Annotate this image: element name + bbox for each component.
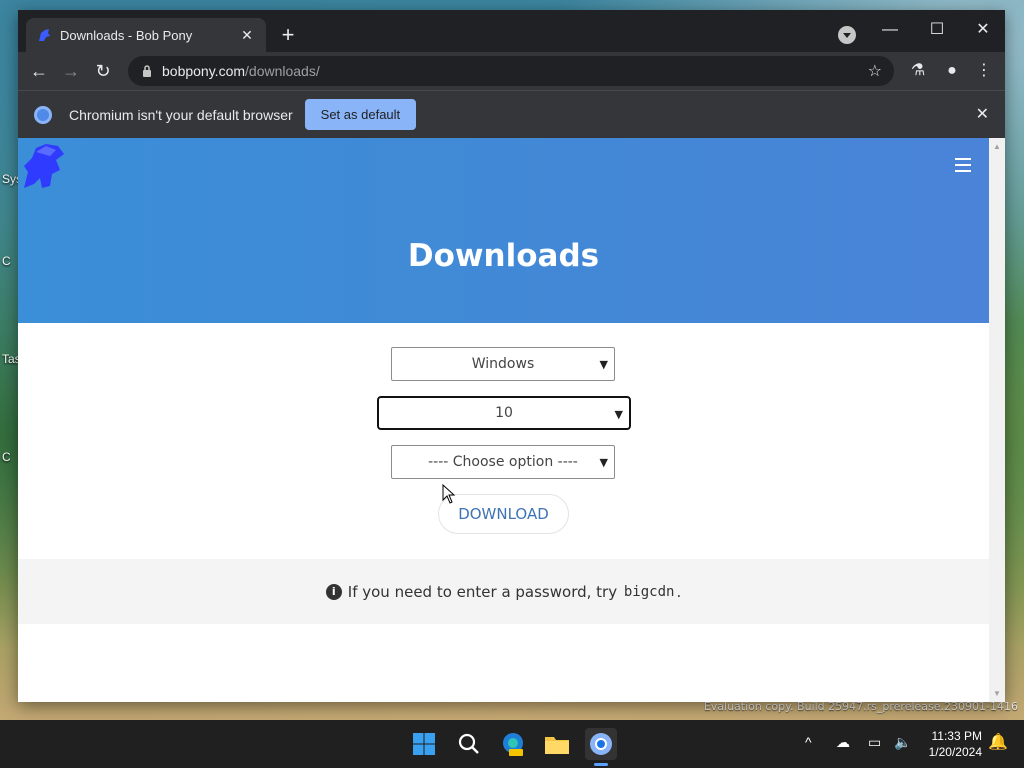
bookmark-star-icon[interactable]: ☆ xyxy=(868,61,882,81)
bobpony-logo-icon[interactable] xyxy=(20,142,64,190)
windows-logo-icon xyxy=(413,733,435,755)
tab-strip: Downloads - Bob Pony ✕ + — ☐ ✕ xyxy=(18,10,1005,52)
notification-bell-icon[interactable]: 🔔 xyxy=(988,732,1008,752)
download-button[interactable]: DOWNLOAD xyxy=(438,494,569,534)
page-title: Downloads xyxy=(407,238,600,274)
search-button[interactable] xyxy=(453,728,485,760)
hamburger-menu-icon[interactable] xyxy=(955,158,971,176)
forward-icon[interactable]: → xyxy=(58,58,84,84)
edge-preview-button[interactable] xyxy=(497,728,529,760)
search-icon xyxy=(458,733,479,754)
folder-icon xyxy=(545,737,569,754)
tab-search-icon[interactable] xyxy=(838,26,856,44)
taskbar: ^ ☁ ▭ 🔈 11:33 PM 1/20/2024 🔔 xyxy=(0,720,1024,768)
desktop-icon-label-partial[interactable]: C xyxy=(2,450,11,464)
chromium-logo-icon xyxy=(34,105,52,124)
file-explorer-button[interactable] xyxy=(541,728,573,760)
infobar-message: Chromium isn't your default browser xyxy=(69,106,293,123)
tab-title: Downloads - Bob Pony xyxy=(60,27,193,43)
window-close-icon[interactable]: ✕ xyxy=(961,16,1005,44)
back-icon[interactable]: ← xyxy=(26,58,52,84)
note-suffix: . xyxy=(676,582,682,601)
chromium-icon xyxy=(590,733,612,755)
page-header: Downloads xyxy=(18,138,989,323)
taskbar-clock[interactable]: 11:33 PM 1/20/2024 xyxy=(918,728,982,760)
menu-kebab-icon[interactable]: ⋮ xyxy=(973,60,995,82)
chevron-down-icon: ▼ xyxy=(599,456,608,469)
os-select[interactable]: Windows ▼ xyxy=(391,347,615,381)
chevron-down-icon: ▼ xyxy=(599,358,608,371)
mouse-cursor-icon xyxy=(442,484,456,504)
reload-icon[interactable]: ↻ xyxy=(90,58,116,84)
maximize-icon[interactable]: ☐ xyxy=(915,16,959,44)
option-select-value: ---- Choose option ---- xyxy=(428,454,578,470)
new-tab-icon[interactable]: + xyxy=(276,24,300,48)
browser-toolbar: ← → ↻ bobpony.com/downloads/ ☆ ⚗ ● ⋮ xyxy=(18,52,1005,90)
url-path: /downloads/ xyxy=(245,63,320,79)
info-icon: i xyxy=(325,583,342,600)
onedrive-cloud-icon[interactable]: ☁ xyxy=(836,734,850,751)
default-browser-infobar: Chromium isn't your default browser Set … xyxy=(18,90,1005,138)
note-text: If you need to enter a password, try xyxy=(347,582,618,601)
clock-time: 11:33 PM xyxy=(931,729,982,743)
volume-muted-icon[interactable]: 🔈 xyxy=(894,734,911,751)
url-host: bobpony.com xyxy=(162,63,246,79)
tab-close-icon[interactable]: ✕ xyxy=(238,27,256,44)
chevron-down-icon: ▼ xyxy=(614,408,623,421)
clock-date: 1/20/2024 xyxy=(928,745,982,759)
address-bar[interactable]: bobpony.com/downloads/ ☆ xyxy=(128,56,894,86)
profile-icon[interactable]: ● xyxy=(941,60,963,82)
scroll-up-icon[interactable]: ▲ xyxy=(993,142,1001,151)
set-as-default-button[interactable]: Set as default xyxy=(304,99,417,130)
version-select-value: 10 xyxy=(495,405,513,421)
infobar-close-icon[interactable]: ✕ xyxy=(976,104,989,124)
password-note: i If you need to enter a password, try b… xyxy=(18,559,989,624)
scroll-down-icon[interactable]: ▼ xyxy=(993,689,1001,698)
start-button[interactable] xyxy=(408,728,440,760)
network-icon[interactable]: ▭ xyxy=(868,734,881,751)
chromium-taskbar-button[interactable] xyxy=(585,728,617,760)
labs-flask-icon[interactable]: ⚗ xyxy=(907,60,929,82)
os-select-value: Windows xyxy=(471,356,535,372)
active-app-indicator xyxy=(594,763,608,766)
show-hidden-icons-chevron-icon[interactable]: ^ xyxy=(805,734,812,750)
page-scrollbar[interactable]: ▲ ▼ xyxy=(989,138,1005,702)
version-select[interactable]: 10 ▼ xyxy=(377,396,631,430)
browser-window: Downloads - Bob Pony ✕ + — ☐ ✕ ← → ↻ bob… xyxy=(18,10,1005,702)
tab-downloads[interactable]: Downloads - Bob Pony ✕ xyxy=(26,18,266,52)
download-form: Windows ▼ 10 ▼ ---- Choose option ---- ▼… xyxy=(18,323,989,559)
note-code: bigcdn xyxy=(623,583,675,600)
bobpony-favicon-icon xyxy=(39,29,50,41)
edge-icon xyxy=(503,733,523,756)
minimize-icon[interactable]: — xyxy=(868,16,912,44)
page-viewport: Downloads Windows ▼ 10 ▼ ---- Choose opt… xyxy=(18,138,1005,702)
option-select[interactable]: ---- Choose option ---- ▼ xyxy=(391,445,615,479)
desktop-icon-label-partial[interactable]: C xyxy=(2,254,11,268)
lock-icon xyxy=(143,65,151,77)
